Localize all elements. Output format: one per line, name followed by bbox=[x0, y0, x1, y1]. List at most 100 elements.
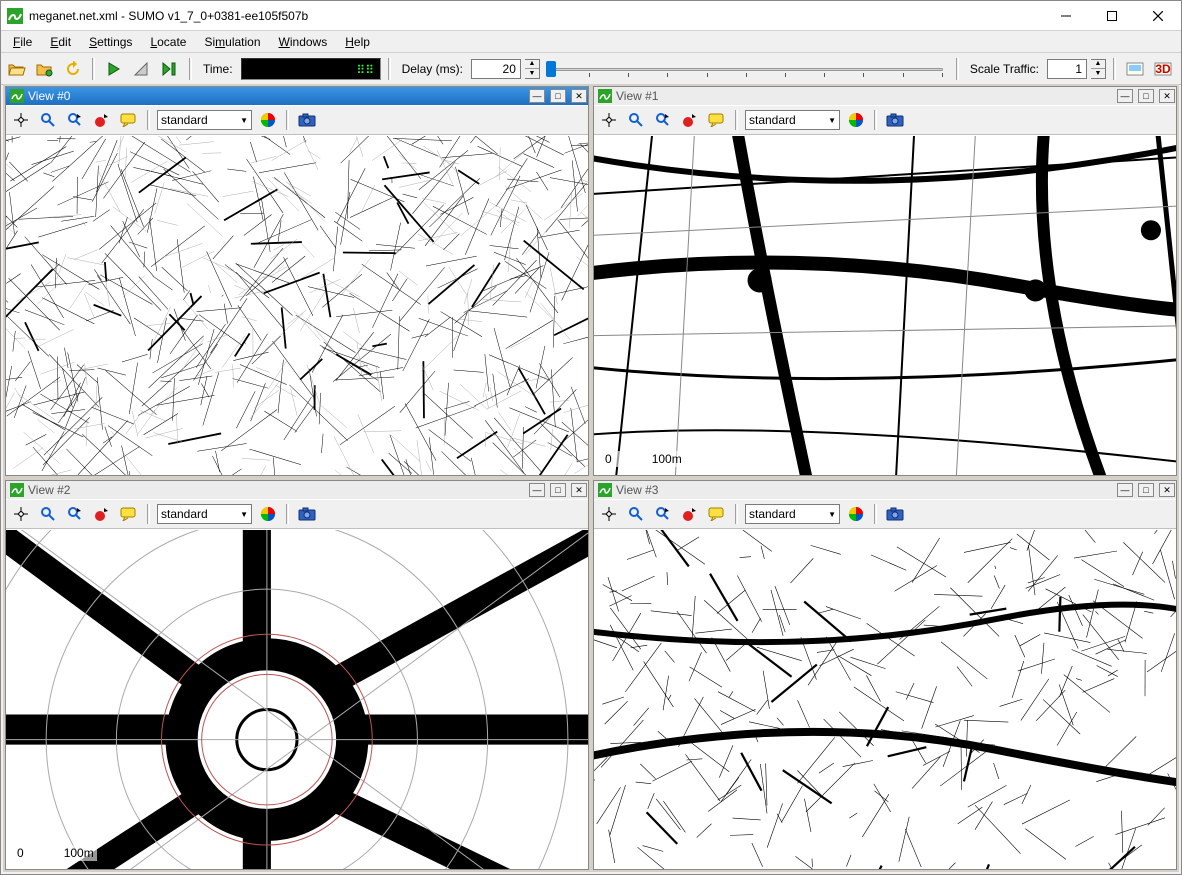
view-minimize-button[interactable]: — bbox=[529, 89, 545, 103]
view-title: View #1 bbox=[616, 89, 658, 103]
scale-input[interactable] bbox=[1047, 59, 1087, 79]
zoom-select-button[interactable] bbox=[652, 503, 674, 525]
3d-button[interactable]: 3D bbox=[1151, 57, 1175, 81]
run-button[interactable] bbox=[102, 57, 126, 81]
open-button[interactable] bbox=[5, 57, 29, 81]
menu-windows[interactable]: Windows bbox=[271, 33, 336, 51]
menu-edit[interactable]: Edit bbox=[42, 33, 79, 51]
camera-button[interactable] bbox=[296, 109, 318, 131]
recenter-button[interactable] bbox=[598, 503, 620, 525]
window-title: meganet.net.xml - SUMO v1_7_0+0381-ee105… bbox=[29, 9, 1043, 23]
color-pick-button[interactable] bbox=[91, 503, 113, 525]
view-icon bbox=[10, 89, 24, 103]
toolbar-separator bbox=[388, 58, 391, 80]
color-wheel-button[interactable] bbox=[257, 503, 279, 525]
view-close-button[interactable]: ✕ bbox=[571, 89, 587, 103]
view-close-button[interactable]: ✕ bbox=[571, 483, 587, 497]
recenter-button[interactable] bbox=[10, 109, 32, 131]
window-maximize-button[interactable] bbox=[1089, 1, 1135, 31]
view-toolbar-separator bbox=[874, 504, 877, 524]
window-close-button[interactable] bbox=[1135, 1, 1181, 31]
locate-bubble-button[interactable] bbox=[706, 503, 728, 525]
delay-slider[interactable] bbox=[550, 59, 943, 79]
zoom-button[interactable] bbox=[37, 503, 59, 525]
delay-input[interactable] bbox=[471, 59, 521, 79]
toolbar-separator bbox=[1113, 58, 1116, 80]
color-wheel-button[interactable] bbox=[845, 109, 867, 131]
zoom-button[interactable] bbox=[625, 503, 647, 525]
menu-locate[interactable]: Locate bbox=[142, 33, 194, 51]
step-button[interactable] bbox=[158, 57, 182, 81]
main-toolbar: Time: ⠿⠿ Delay (ms): ▲▼ Scale Traffic: ▲… bbox=[1, 53, 1181, 85]
view-maximize-button[interactable]: □ bbox=[1138, 483, 1154, 497]
view-close-button[interactable]: ✕ bbox=[1159, 89, 1175, 103]
view-titlebar[interactable]: View #0 — □ ✕ bbox=[6, 87, 588, 105]
map-canvas[interactable]: 0100m bbox=[594, 135, 1176, 475]
svg-text:3D: 3D bbox=[1155, 62, 1171, 76]
reload-button[interactable] bbox=[61, 57, 85, 81]
color-pick-button[interactable] bbox=[91, 109, 113, 131]
view-toolbar: standard▼ bbox=[594, 105, 1176, 135]
locate-bubble-button[interactable] bbox=[118, 503, 140, 525]
scale-bar: 0100m bbox=[14, 845, 97, 861]
color-wheel-button[interactable] bbox=[257, 109, 279, 131]
menu-bar: File Edit Settings Locate Simulation Win… bbox=[1, 31, 1181, 53]
view-toolbar-separator bbox=[735, 504, 738, 524]
zoom-select-button[interactable] bbox=[64, 503, 86, 525]
view-toolbar-separator bbox=[147, 110, 150, 130]
view-titlebar[interactable]: View #2 — □ ✕ bbox=[6, 481, 588, 499]
view-toolbar: standard▼ bbox=[594, 499, 1176, 529]
view-minimize-button[interactable]: — bbox=[1117, 483, 1133, 497]
view-0: View #0 — □ ✕ standard▼ bbox=[5, 86, 589, 476]
view-maximize-button[interactable]: □ bbox=[1138, 89, 1154, 103]
view-3: View #3 — □ ✕ standard▼ bbox=[593, 480, 1177, 870]
zoom-button[interactable] bbox=[37, 109, 59, 131]
camera-button[interactable] bbox=[884, 503, 906, 525]
view-minimize-button[interactable]: — bbox=[1117, 89, 1133, 103]
menu-settings[interactable]: Settings bbox=[81, 33, 140, 51]
view-titlebar[interactable]: View #3 — □ ✕ bbox=[594, 481, 1176, 499]
delay-spinner[interactable]: ▲▼ bbox=[525, 59, 540, 79]
recenter-button[interactable] bbox=[598, 109, 620, 131]
menu-simulation[interactable]: Simulation bbox=[196, 33, 268, 51]
view-titlebar[interactable]: View #1 — □ ✕ bbox=[594, 87, 1176, 105]
mdi-workspace: View #0 — □ ✕ standard▼ View #1 — □ ✕ bbox=[3, 84, 1179, 872]
view-close-button[interactable]: ✕ bbox=[1159, 483, 1175, 497]
color-wheel-button[interactable] bbox=[845, 503, 867, 525]
color-pick-button[interactable] bbox=[679, 503, 701, 525]
window-minimize-button[interactable] bbox=[1043, 1, 1089, 31]
color-scheme-dropdown[interactable]: standard▼ bbox=[157, 504, 252, 524]
menu-help[interactable]: Help bbox=[337, 33, 378, 51]
view-maximize-button[interactable]: □ bbox=[550, 483, 566, 497]
view-toolbar-separator bbox=[286, 504, 289, 524]
time-label: Time: bbox=[199, 62, 237, 76]
view-maximize-button[interactable]: □ bbox=[550, 89, 566, 103]
camera-button[interactable] bbox=[296, 503, 318, 525]
color-scheme-dropdown[interactable]: standard▼ bbox=[157, 110, 252, 130]
toolbar-separator bbox=[189, 58, 192, 80]
view-minimize-button[interactable]: — bbox=[529, 483, 545, 497]
scale-label: Scale Traffic: bbox=[966, 62, 1043, 76]
view-1: View #1 — □ ✕ standard▼ bbox=[593, 86, 1177, 476]
locate-bubble-button[interactable] bbox=[118, 109, 140, 131]
zoom-select-button[interactable] bbox=[64, 109, 86, 131]
map-canvas[interactable] bbox=[594, 529, 1176, 869]
color-scheme-dropdown[interactable]: standard▼ bbox=[745, 110, 840, 130]
view-icon bbox=[10, 483, 24, 497]
stop-step-button[interactable] bbox=[130, 57, 154, 81]
open-network-button[interactable] bbox=[33, 57, 57, 81]
view-title: View #2 bbox=[28, 483, 70, 497]
map-canvas[interactable] bbox=[6, 135, 588, 475]
screenshot-button[interactable] bbox=[1123, 57, 1147, 81]
map-canvas[interactable]: 0100m bbox=[6, 529, 588, 869]
color-pick-button[interactable] bbox=[679, 109, 701, 131]
scale-spinner[interactable]: ▲▼ bbox=[1091, 59, 1106, 79]
zoom-button[interactable] bbox=[625, 109, 647, 131]
locate-bubble-button[interactable] bbox=[706, 109, 728, 131]
menu-file[interactable]: File bbox=[5, 33, 40, 51]
recenter-button[interactable] bbox=[10, 503, 32, 525]
zoom-select-button[interactable] bbox=[652, 109, 674, 131]
color-scheme-dropdown[interactable]: standard▼ bbox=[745, 504, 840, 524]
camera-button[interactable] bbox=[884, 109, 906, 131]
view-toolbar: standard▼ bbox=[6, 499, 588, 529]
